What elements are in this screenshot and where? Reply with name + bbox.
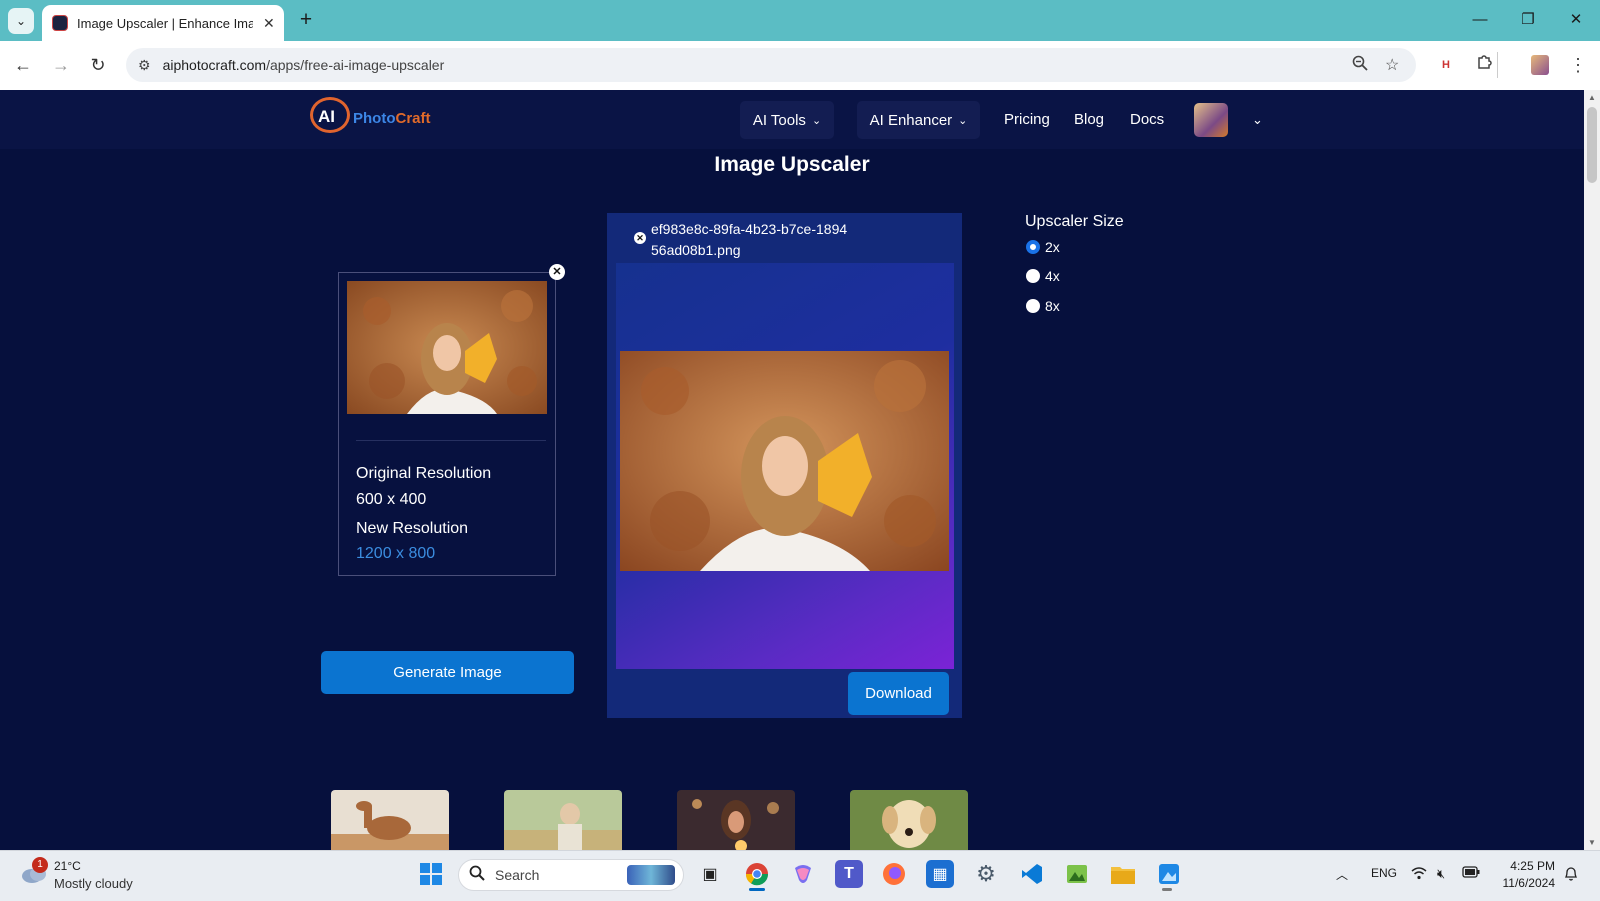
settings-gear-icon[interactable]: ⚙: [972, 860, 1000, 888]
chevron-down-icon: ⌄: [958, 114, 968, 127]
sample-image-child-in-field[interactable]: [504, 790, 622, 852]
close-icon[interactable]: ✕: [263, 15, 275, 32]
original-resolution-value: 600 x 400: [356, 491, 427, 508]
task-view-icon[interactable]: ▣: [696, 860, 724, 888]
wifi-icon[interactable]: [1411, 866, 1427, 883]
restore-icon[interactable]: ❐: [1512, 6, 1544, 34]
nav-ai-tools[interactable]: AI Tools ⌄: [740, 101, 834, 139]
running-app-indicator: [1162, 888, 1172, 891]
nav-docs[interactable]: Docs: [1130, 111, 1164, 128]
logo-name[interactable]: PhotoCraft: [353, 110, 431, 127]
firefox-icon[interactable]: [880, 860, 908, 888]
new-tab-icon[interactable]: +: [294, 8, 318, 32]
puzzle-icon[interactable]: [1472, 52, 1498, 78]
upscaled-image: [620, 351, 949, 571]
page-scrollbar[interactable]: [1584, 90, 1600, 850]
sample-image-woman-with-lights[interactable]: [677, 790, 795, 852]
chrome-icon[interactable]: [743, 860, 771, 888]
notification-bell-icon[interactable]: [1564, 866, 1578, 884]
nav-ai-enhancer[interactable]: AI Enhancer ⌄: [857, 101, 980, 139]
weather-badge: 1: [32, 857, 48, 873]
windows-start-icon[interactable]: [417, 860, 445, 888]
radio-icon[interactable]: [1026, 299, 1040, 313]
store-icon[interactable]: ▦: [926, 860, 954, 888]
teams-icon[interactable]: T: [835, 860, 863, 888]
remove-image-close-icon[interactable]: ✕: [549, 264, 565, 280]
volume-muted-icon[interactable]: 🔇︎: [1437, 866, 1445, 882]
url-text: aiphotocraft.com/apps/free-ai-image-upsc…: [162, 57, 445, 73]
forward-icon[interactable]: →: [47, 51, 75, 79]
scrollbar-thumb[interactable]: [1587, 107, 1597, 183]
image-editor-icon[interactable]: [1063, 860, 1091, 888]
upscale-option-4x[interactable]: 4x: [1026, 268, 1060, 284]
chevron-down-icon: ⌄: [811, 114, 822, 127]
chevron-down-icon[interactable]: ⌄: [1252, 112, 1263, 128]
site-info-icon[interactable]: ⚙: [138, 57, 151, 74]
language-indicator[interactable]: ENG: [1371, 866, 1397, 880]
clock-time[interactable]: 4:25 PM: [1497, 859, 1555, 873]
nav-blog[interactable]: Blog: [1074, 111, 1104, 128]
weather-temperature[interactable]: 21°C: [54, 859, 81, 873]
page-title: Image Upscaler: [714, 153, 870, 176]
extension-icon[interactable]: H: [1433, 52, 1459, 78]
weather-description[interactable]: Mostly cloudy: [54, 876, 133, 891]
toolbar-divider: [1497, 52, 1498, 78]
active-app-indicator: [749, 888, 765, 891]
taskbar-search[interactable]: Search: [458, 859, 684, 891]
upscale-option-8x[interactable]: 8x: [1026, 298, 1060, 314]
back-icon[interactable]: ←: [9, 51, 37, 79]
browser-tab[interactable]: Image Upscaler | Enhance Imag ✕: [42, 5, 284, 41]
logo-ai-text: AI: [318, 107, 335, 126]
card-divider: [356, 440, 546, 441]
copilot-icon[interactable]: [789, 860, 817, 888]
tab-title: Image Upscaler | Enhance Imag: [77, 15, 253, 31]
original-resolution-label: Original Resolution: [356, 465, 492, 482]
reload-icon[interactable]: ↻: [84, 51, 112, 79]
generate-image-button[interactable]: Generate Image: [321, 651, 574, 694]
menu-icon[interactable]: ⋮: [1565, 52, 1591, 78]
battery-icon[interactable]: [1462, 866, 1480, 881]
result-file-name: ef983e8c-89fa-4b23-b7ce-189456ad08b1.png: [651, 221, 848, 258]
file-explorer-icon[interactable]: [1109, 860, 1137, 888]
address-bar[interactable]: ⚙ aiphotocraft.com/apps/free-ai-image-up…: [126, 48, 1416, 82]
radio-icon[interactable]: [1026, 269, 1040, 283]
scroll-down-icon[interactable]: ▼: [1584, 838, 1600, 847]
bookmark-star-icon[interactable]: ☆: [1385, 55, 1399, 75]
vscode-icon[interactable]: [1018, 860, 1046, 888]
window-close-icon[interactable]: ✕: [1560, 6, 1592, 34]
photos-icon[interactable]: [1155, 860, 1183, 888]
download-button[interactable]: Download: [848, 672, 949, 715]
minimize-icon[interactable]: —: [1464, 6, 1496, 34]
sample-image-puppy[interactable]: [850, 790, 968, 852]
site-favicon-icon: [52, 15, 68, 31]
radio-selected-icon[interactable]: [1026, 240, 1040, 254]
search-highlight-icon: [627, 865, 675, 885]
tray-overflow-chevron-icon[interactable]: ︿: [1336, 866, 1348, 883]
zoom-icon[interactable]: [1352, 55, 1368, 76]
scroll-up-icon[interactable]: ▲: [1584, 93, 1600, 102]
avatar[interactable]: [1194, 103, 1228, 137]
original-image-thumbnail: [347, 281, 547, 414]
remove-file-close-icon[interactable]: ✕: [634, 232, 646, 244]
new-resolution-value: 1200 x 800: [356, 545, 436, 562]
upscale-option-2x[interactable]: 2x: [1026, 239, 1060, 255]
new-resolution-label: New Resolution: [356, 520, 469, 537]
upscaler-size-title: Upscaler Size: [1025, 213, 1124, 230]
clock-date[interactable]: 11/6/2024: [1497, 876, 1556, 890]
sample-image-camel[interactable]: [331, 790, 449, 852]
tab-list-icon[interactable]: ⌄: [8, 8, 34, 34]
nav-pricing[interactable]: Pricing: [1004, 111, 1050, 128]
profile-icon[interactable]: [1527, 52, 1553, 78]
search-icon: [469, 865, 485, 886]
